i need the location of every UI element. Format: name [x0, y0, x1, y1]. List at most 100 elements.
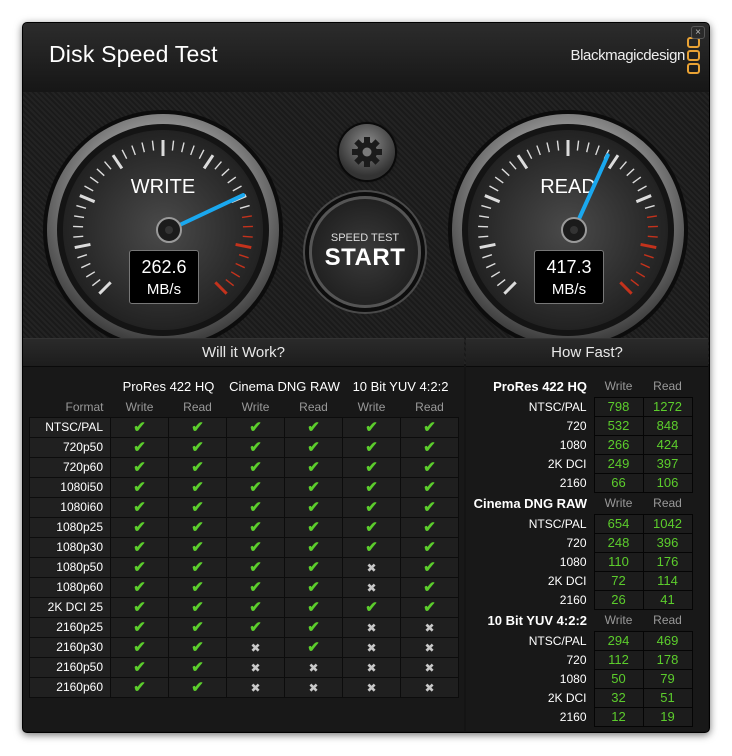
status-cell-pass: ✔ — [168, 616, 227, 638]
format-name: 2160 — [559, 709, 587, 724]
status-cell-pass: ✔ — [226, 456, 285, 478]
table-row: NTSC/PAL ✔ ✔ ✔ ✔ ✔ ✔ — [29, 416, 459, 438]
table-row: NTSC/PAL 294 469 — [470, 630, 693, 651]
write-fps: 32 — [593, 687, 644, 708]
status-cell-pass: ✔ — [168, 516, 227, 538]
gauge-label: READ — [540, 176, 596, 198]
how-fast-rows: ProRes 422 HQ Write Read NTSC/PAL 798 1272 720… — [470, 375, 693, 727]
status-cell-fail: ✖ — [226, 656, 285, 678]
check-icon: ✔ — [307, 419, 320, 436]
group-header: Cinema DNG RAW — [229, 378, 340, 394]
status-cell-pass: ✔ — [110, 676, 169, 698]
status-cell-pass: ✔ — [400, 416, 459, 438]
gauge-tick — [478, 235, 489, 238]
check-icon: ✔ — [423, 559, 436, 576]
read-subheader: Read — [299, 399, 328, 414]
status-cell-pass: ✔ — [168, 576, 227, 598]
format-name: NTSC/PAL — [528, 516, 587, 531]
read-fps: 469 — [642, 630, 693, 651]
table-row: 1080 266 424 — [470, 434, 693, 455]
table-row: NTSC/PAL 798 1272 — [470, 396, 693, 417]
cross-icon: ✖ — [250, 640, 261, 655]
check-icon: ✔ — [249, 559, 262, 576]
check-icon: ✔ — [307, 539, 320, 556]
write-fps: 12 — [593, 706, 644, 727]
read-subheader: Read — [653, 613, 682, 627]
check-icon: ✔ — [307, 619, 320, 636]
write-fps: 112 — [593, 649, 644, 670]
status-cell-fail: ✖ — [342, 656, 401, 678]
status-cell-fail: ✖ — [284, 676, 343, 698]
gauge-label: WRITE — [131, 176, 195, 198]
format-name: 2160p60 — [29, 676, 111, 698]
check-icon: ✔ — [249, 439, 262, 456]
read-subheader: Read — [183, 399, 212, 414]
format-name: 1080 — [559, 554, 587, 569]
table-row: 2160p30 ✔ ✔ ✖ ✔ ✖ ✖ — [29, 636, 459, 658]
write-subheader: Write — [604, 496, 633, 510]
status-cell-fail: ✖ — [226, 636, 285, 658]
status-cell-pass: ✔ — [342, 456, 401, 478]
read-subheader: Read — [415, 399, 444, 414]
status-cell-pass: ✔ — [226, 616, 285, 638]
format-name: 1080p30 — [29, 536, 111, 558]
settings-button[interactable] — [339, 124, 395, 180]
read-fps: 396 — [642, 532, 693, 553]
write-fps: 294 — [593, 630, 644, 651]
status-cell-pass: ✔ — [168, 556, 227, 578]
how-fast-title: How Fast? — [466, 339, 708, 367]
check-icon: ✔ — [249, 499, 262, 516]
check-icon: ✔ — [249, 419, 262, 436]
status-cell-pass: ✔ — [226, 476, 285, 498]
gauge-hub-cap — [165, 226, 173, 234]
read-fps: 19 — [642, 706, 693, 727]
cross-icon: ✖ — [366, 680, 377, 695]
write-subheader: Write — [357, 399, 386, 414]
group-name: Cinema DNG RAW — [473, 495, 587, 511]
check-icon: ✔ — [423, 579, 436, 596]
format-header-spacer — [30, 375, 111, 397]
check-icon: ✔ — [423, 519, 436, 536]
status-cell-pass: ✔ — [400, 496, 459, 518]
table-row: NTSC/PAL 654 1042 — [470, 513, 693, 534]
status-cell-pass: ✔ — [284, 516, 343, 538]
check-icon: ✔ — [249, 519, 262, 536]
status-cell-pass: ✔ — [342, 516, 401, 538]
format-name: 2K DCI — [547, 573, 587, 588]
gauge-dashboard: WRITE READ 262.6 MB/s 417.3 MB/s SPEED T… — [23, 92, 709, 364]
check-icon: ✔ — [133, 599, 146, 616]
table-row: 1080 110 176 — [470, 551, 693, 572]
table-row: 2160 12 19 — [470, 706, 693, 727]
check-icon: ✔ — [133, 479, 146, 496]
close-button[interactable]: × — [691, 26, 705, 39]
status-cell-pass: ✔ — [110, 436, 169, 458]
start-button[interactable]: SPEED TEST START — [309, 196, 421, 308]
status-cell-pass: ✔ — [342, 536, 401, 558]
read-fps: 114 — [642, 570, 693, 591]
status-cell-pass: ✔ — [168, 476, 227, 498]
status-cell-pass: ✔ — [226, 576, 285, 598]
title-bar: Disk Speed Test Blackmagicdesign × — [23, 23, 709, 92]
format-name: 2160p50 — [29, 656, 111, 678]
will-it-work-table: ProRes 422 HQ Cinema DNG RAW 10 Bit YUV … — [29, 375, 459, 698]
check-icon: ✔ — [249, 459, 262, 476]
check-icon: ✔ — [133, 519, 146, 536]
table-row: 2160p60 ✔ ✔ ✖ ✖ ✖ ✖ — [29, 676, 459, 698]
check-icon: ✔ — [133, 679, 146, 696]
cross-icon: ✖ — [424, 680, 435, 695]
format-name: 1080i50 — [29, 476, 111, 498]
gauge-tick — [73, 235, 84, 238]
write-fps: 266 — [593, 434, 644, 455]
gauge-hub-cap — [570, 226, 578, 234]
status-cell-pass: ✔ — [226, 596, 285, 618]
table-row: 2160 66 106 — [470, 472, 693, 493]
group-name: 10 Bit YUV 4:2:2 — [487, 612, 587, 628]
status-cell-pass: ✔ — [110, 416, 169, 438]
status-cell-pass: ✔ — [342, 416, 401, 438]
format-name: 2160p30 — [29, 636, 111, 658]
status-cell-pass: ✔ — [400, 596, 459, 618]
will-it-work-rows: NTSC/PAL ✔ ✔ ✔ ✔ ✔ ✔ 720p50 ✔ ✔ ✔ ✔ ✔ ✔ 720p60 ✔ ✔ ✔ ✔ ✔ ✔ 10… — [29, 416, 459, 698]
status-cell-pass: ✔ — [284, 476, 343, 498]
read-fps: 424 — [642, 434, 693, 455]
check-icon: ✔ — [365, 479, 378, 496]
